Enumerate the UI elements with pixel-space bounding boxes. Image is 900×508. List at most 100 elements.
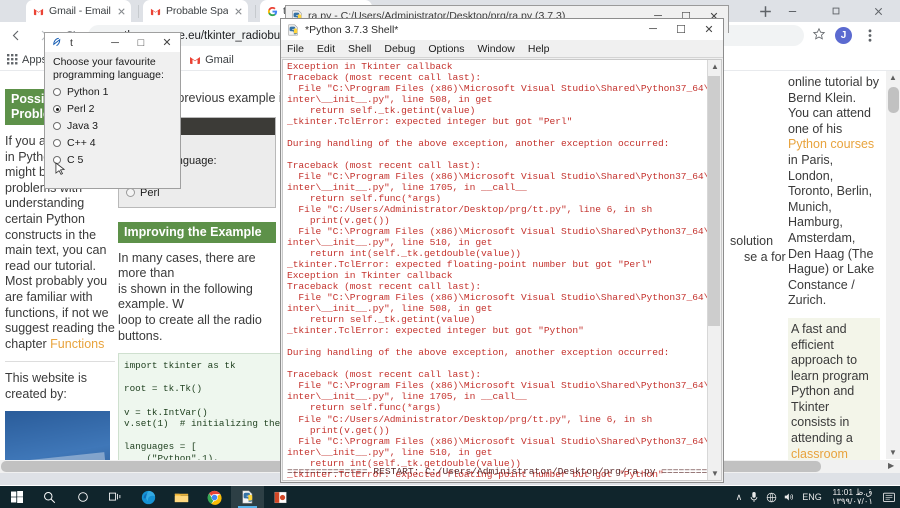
tab-separator	[255, 5, 256, 18]
improving-paragraph-2: is shown in the following example. W	[118, 282, 284, 313]
radio-circle-icon	[126, 188, 135, 197]
mouse-cursor-icon	[55, 162, 66, 175]
maximize-button[interactable]: ☐	[667, 19, 695, 39]
close-icon[interactable]	[116, 6, 127, 17]
minimize-button[interactable]	[771, 0, 814, 22]
edge-icon[interactable]	[132, 486, 165, 508]
menu-file[interactable]: File	[287, 43, 304, 55]
globe-network-icon[interactable]	[766, 492, 777, 503]
radio-option-perl-2[interactable]: Perl 2	[53, 103, 172, 115]
idle-shell-titlebar[interactable]: *Python 3.7.3 Shell* ─ ☐ ✕	[281, 19, 723, 40]
page-fragment-se-a-for: se a for	[744, 250, 786, 266]
divider	[5, 361, 115, 362]
tab-title: Gmail - Email f	[49, 5, 111, 17]
radio-circle-icon	[53, 122, 61, 130]
paragraph-text: online tutorial by Bernd Klein. You can …	[788, 75, 879, 136]
browser-tab-0[interactable]: Gmail - Email f	[26, 0, 131, 22]
idle-shell-window[interactable]: *Python 3.7.3 Shell* ─ ☐ ✕ File Edit She…	[280, 18, 724, 483]
google-icon	[267, 6, 278, 17]
close-icon[interactable]	[233, 6, 244, 17]
radio-option-cpp-4[interactable]: C++ 4	[53, 137, 172, 149]
star-icon[interactable]	[812, 27, 826, 44]
improving-example-heading: Improving the Example	[118, 222, 276, 243]
maximize-button[interactable]: □	[128, 33, 154, 52]
scroll-up-arrow[interactable]: ▲	[711, 62, 719, 71]
browser-window-controls	[770, 0, 900, 22]
task-view-icon[interactable]	[99, 486, 132, 508]
radio-option-java-3[interactable]: Java 3	[53, 120, 172, 132]
minimize-button[interactable]: ─	[639, 19, 667, 39]
close-button[interactable]: ✕	[154, 33, 180, 52]
tab-separator	[138, 5, 139, 18]
radio-label: Python 1	[67, 86, 108, 98]
scroll-down-arrow[interactable]: ▼	[711, 469, 719, 478]
python-courses-link[interactable]: Python courses	[788, 137, 874, 151]
bookmark-gmail[interactable]: Gmail	[182, 49, 241, 71]
idle-shell-title: *Python 3.7.3 Shell*	[305, 24, 398, 36]
tray-chevron-icon[interactable]: ∧	[736, 492, 743, 503]
idle-shell-scrollbar[interactable]: ▲ ▼	[707, 60, 721, 480]
start-button[interactable]	[0, 486, 33, 508]
page-vertical-scroll-thumb[interactable]	[888, 87, 899, 113]
language-indicator[interactable]: ENG	[802, 492, 822, 502]
python-idle-taskbar-icon[interactable]	[231, 486, 264, 508]
page-vertical-scrollbar[interactable]: ▲ ▼	[886, 71, 900, 459]
menu-help[interactable]: Help	[528, 43, 550, 55]
idle-shell-output-area[interactable]: Exception in Tkinter callback Traceback …	[282, 59, 722, 481]
paragraph-text-cont: in Paris, London, Toronto, Berlin, Munic…	[788, 153, 874, 307]
browser-tab-1[interactable]: Probable Spam	[143, 0, 248, 22]
menu-debug[interactable]: Debug	[384, 43, 415, 55]
radio-circle-icon	[53, 88, 61, 96]
avatar[interactable]: J	[835, 27, 852, 44]
training-note: A fast and efficient approach to learn p…	[788, 318, 880, 473]
page-fragment-solution: solution	[730, 234, 773, 250]
file-explorer-folder-icon[interactable]	[165, 486, 198, 508]
minimize-button[interactable]: ─	[102, 33, 128, 52]
kebab-menu-icon[interactable]	[862, 26, 878, 44]
microphone-icon[interactable]	[749, 491, 759, 503]
radio-label: Java 3	[67, 120, 98, 132]
scroll-right-arrow[interactable]: ▶	[888, 461, 894, 470]
tk-dialog-prompt-line1: Choose your favourite	[53, 56, 172, 69]
gmail-icon	[33, 6, 44, 17]
radio-label: C 5	[67, 154, 83, 166]
bookmark-label: Gmail	[205, 54, 234, 66]
idle-shell-window-controls: ─ ☐ ✕	[639, 19, 723, 39]
cortana-circle-icon[interactable]	[66, 486, 99, 508]
idle-shell-scroll-thumb[interactable]	[708, 76, 720, 326]
radio-label: Perl 2	[67, 103, 94, 115]
powerpoint-icon[interactable]	[264, 486, 297, 508]
tk-dialog-window-controls: ─ □ ✕	[102, 33, 180, 52]
close-button[interactable]: ✕	[695, 19, 723, 39]
functions-link[interactable]: Functions	[50, 337, 104, 351]
scroll-down-arrow[interactable]: ▼	[889, 448, 897, 457]
menu-edit[interactable]: Edit	[317, 43, 335, 55]
tab-title: Probable Spam	[166, 5, 228, 17]
code-block: import tkinter as tk root = tk.Tk() v = …	[118, 353, 284, 473]
radio-circle-selected-icon	[53, 105, 61, 113]
chrome-icon[interactable]	[198, 486, 231, 508]
tk-feather-icon	[51, 37, 62, 48]
radio-label: C++ 4	[67, 137, 96, 149]
radio-option-python-1[interactable]: Python 1	[53, 86, 172, 98]
improving-paragraph-3: loop to create all the radio buttons.	[118, 313, 284, 344]
menu-window[interactable]: Window	[478, 43, 515, 55]
gmail-icon	[189, 54, 201, 66]
notification-icon[interactable]	[883, 492, 895, 503]
menu-shell[interactable]: Shell	[348, 43, 371, 55]
maximize-button[interactable]	[814, 0, 857, 22]
scroll-up-arrow[interactable]: ▲	[889, 73, 897, 82]
apps-grid-icon	[7, 54, 18, 65]
tk-dialog-titlebar[interactable]: t ─ □ ✕	[45, 33, 180, 52]
close-button[interactable]	[857, 0, 900, 22]
clock[interactable]: 11:01 ق.ظ ۱۳۹۹/۰۷/۰۱	[829, 488, 876, 507]
paragraph-text: A fast and efficient approach to learn p…	[791, 322, 869, 445]
back-button[interactable]	[5, 25, 27, 47]
menu-options[interactable]: Options	[428, 43, 464, 55]
tk-dialog-prompt-line2: programming language:	[53, 69, 172, 82]
speaker-volume-icon[interactable]	[784, 492, 795, 502]
idle-shell-restart-line: ============== RESTART: C:/Users/Adminis…	[287, 466, 722, 477]
radio-option-c-5[interactable]: C 5	[53, 154, 172, 166]
search-icon[interactable]	[33, 486, 66, 508]
gmail-icon	[150, 6, 161, 17]
